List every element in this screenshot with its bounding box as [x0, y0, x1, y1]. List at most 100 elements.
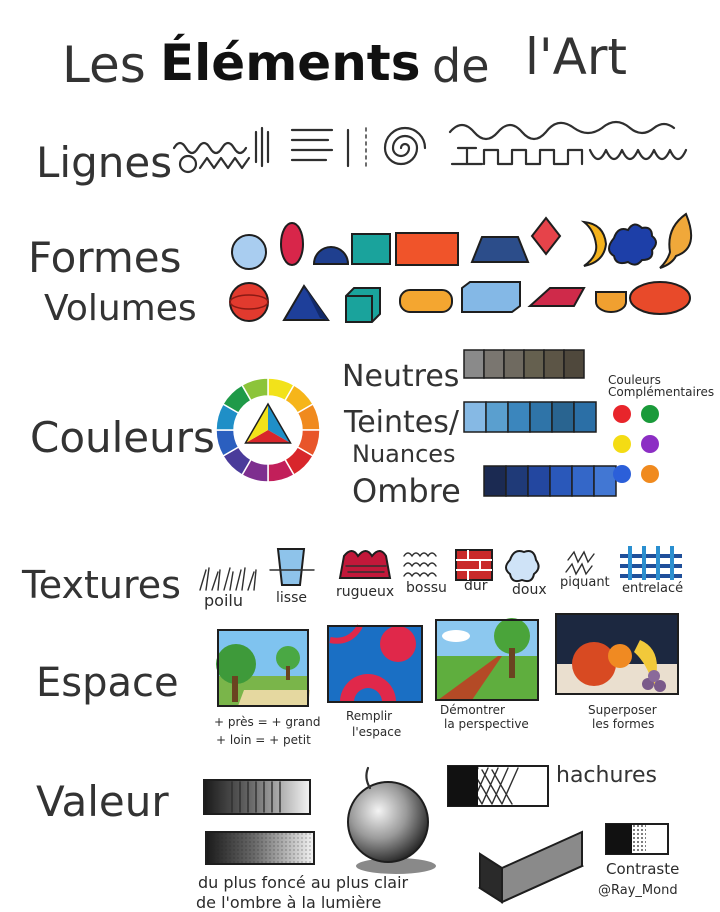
color-swatch — [543, 349, 565, 379]
color-swatch — [483, 465, 507, 497]
cylinder-volume — [399, 289, 453, 313]
loop-line — [178, 154, 198, 174]
rectangle-shape — [395, 232, 459, 266]
space-caption-2a: Remplir — [346, 709, 392, 723]
row-label-espace: Espace — [36, 660, 179, 706]
crosshatch-dark-end — [448, 766, 478, 806]
color-swatch — [563, 349, 585, 379]
square-wave-line — [482, 148, 584, 166]
glass-texture — [276, 548, 306, 586]
space-panel-size — [216, 629, 310, 707]
color-swatch — [527, 465, 551, 497]
color-swatch — [593, 465, 617, 497]
color-swatch — [463, 401, 487, 433]
color-swatch — [505, 465, 529, 497]
label-hachures: hachures — [556, 763, 657, 788]
art-elements-poster: Les Éléments de l'Art Lignes Formes Volu… — [21, 28, 714, 912]
diamond-shape — [530, 216, 562, 256]
texture-label-bossu: bossu — [406, 580, 447, 596]
texture-label-poilu: poilu — [204, 591, 243, 610]
wedge-volume — [527, 287, 586, 307]
brick-wall — [455, 549, 493, 581]
brick-texture — [455, 549, 493, 581]
space-caption-3b: la perspective — [444, 717, 529, 731]
color-swatch — [463, 349, 485, 379]
complementary-dot — [613, 465, 631, 483]
value-samples: du plus foncé au plus clair de l'ombre à… — [196, 763, 679, 912]
trapezoid-shape — [470, 236, 530, 263]
label-neutres: Neutres — [342, 359, 459, 394]
complementary-dots — [613, 405, 659, 483]
prism-volume — [461, 281, 521, 313]
row-label-valeur: Valeur — [36, 777, 169, 826]
hatch-gradient-bar — [203, 779, 311, 815]
gradient-caption-1: du plus foncé au plus clair — [198, 873, 409, 892]
color-swatch — [503, 349, 525, 379]
overlap-grape-3 — [648, 670, 660, 682]
overlap-orange — [572, 642, 616, 686]
contrast-dark — [606, 824, 632, 854]
row-label-formes: Formes — [28, 233, 182, 282]
spiky-texture — [565, 550, 595, 576]
title-lart: l'Art — [525, 28, 627, 86]
complementary-dot — [641, 435, 659, 453]
color-swatch — [483, 349, 505, 379]
color-swatch — [523, 349, 545, 379]
space-caption-2b: l'espace — [352, 725, 401, 739]
leaf-shape — [659, 212, 693, 269]
complementary-dot — [641, 465, 659, 483]
title-elements: Éléments — [160, 33, 420, 92]
square-shape — [351, 233, 391, 265]
space-caption-4b: les formes — [592, 717, 654, 731]
oval-shape — [280, 222, 304, 266]
texture-label-entrelace: entrelacé — [622, 581, 683, 596]
space-caption-1b: + loin = + petit — [216, 733, 311, 747]
near-tree-trunk — [232, 676, 238, 702]
color-swatch — [551, 401, 575, 433]
space-caption-1a: + près = + grand — [214, 715, 320, 729]
far-tree-trunk — [286, 666, 290, 680]
row-label-volumes: Volumes — [44, 288, 197, 329]
long-wavy-line — [448, 120, 676, 141]
space-panel-perspective — [435, 618, 539, 701]
horizontal-lines — [290, 128, 334, 162]
neutral-swatches — [463, 349, 585, 379]
circle-shape — [231, 234, 267, 270]
sphere-volume — [229, 282, 269, 322]
color-swatch — [549, 465, 573, 497]
stipple-dots — [206, 832, 314, 864]
apple-sphere — [347, 781, 429, 863]
persp-cloud — [442, 630, 470, 642]
crescent-shape — [580, 220, 608, 267]
space-panel-fill — [327, 624, 423, 703]
box-front — [479, 852, 503, 904]
tint-swatches — [463, 401, 597, 433]
ellipsoid-volume — [629, 281, 691, 315]
blob-shape — [608, 223, 657, 266]
fill-circle — [380, 626, 416, 662]
t-line — [450, 146, 484, 166]
shapes-2d — [231, 212, 693, 270]
scallop-line — [588, 148, 688, 161]
title-de: de — [432, 39, 490, 93]
color-wheel — [215, 377, 321, 483]
rough-texture — [338, 550, 392, 579]
vertical-lines — [254, 126, 270, 168]
half-circle-shape — [312, 246, 350, 265]
box-side — [501, 830, 583, 904]
spiral-line — [383, 126, 427, 166]
cube-volume — [345, 287, 381, 323]
space-panel-overlap — [555, 613, 679, 695]
color-swatch — [529, 401, 553, 433]
panel-path — [238, 690, 310, 706]
label-nuances: Nuances — [352, 440, 456, 468]
bowl-volume — [595, 291, 627, 313]
texture-samples: poilu lisse rugueux bossu dur doux piqua… — [199, 546, 683, 610]
overlap-small-orange — [608, 644, 632, 668]
title-les: Les — [62, 36, 146, 94]
contrast-dots — [632, 824, 646, 854]
label-contraste: Contraste — [606, 860, 679, 878]
label-complementaires: Complémentaires — [608, 385, 714, 399]
gradient-caption-2: de l'ombre à la lumière — [196, 893, 381, 912]
color-swatch — [573, 401, 597, 433]
